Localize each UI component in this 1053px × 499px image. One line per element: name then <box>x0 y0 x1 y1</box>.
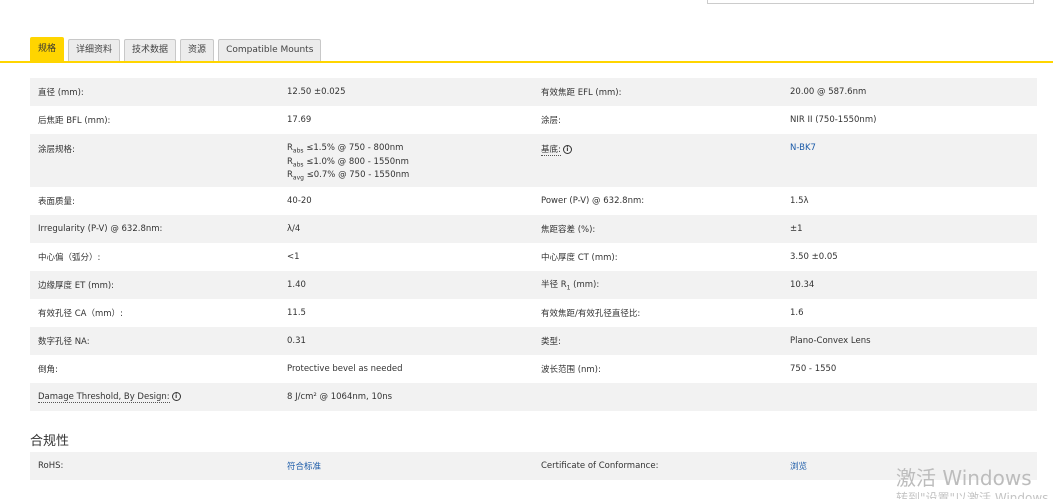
table-row: 边缘厚度 ET (mm): 1.40 半径 R1 (mm): 10.34 <box>30 271 1037 299</box>
certificate-link[interactable]: 浏览 <box>790 462 807 472</box>
coating-line: Rabs ≤1.5% @ 750 - 800nm <box>287 143 404 155</box>
coating-line: Rabs ≤1.0% @ 800 - 1550nm <box>287 156 409 169</box>
spec-value: Plano-Convex Lens <box>782 327 1037 355</box>
windows-activation-watermark: 激活 Windows <box>896 466 1032 490</box>
spec-value: 20.00 @ 587.6nm <box>782 78 1037 106</box>
spec-value: 1.40 <box>279 271 533 299</box>
spec-label: 后焦距 BFL (mm): <box>30 106 279 134</box>
spec-value: N-BK7 <box>782 134 1037 187</box>
windows-activation-hint: 转到"设置"以激活 Windows。 <box>896 491 1053 499</box>
rohs-label: RoHS: <box>30 452 279 480</box>
spec-label: 边缘厚度 ET (mm): <box>30 271 279 299</box>
substrate-link[interactable]: N-BK7 <box>790 143 816 153</box>
table-row: 数字孔径 NA: 0.31 类型: Plano-Convex Lens <box>30 327 1037 355</box>
table-row: 后焦距 BFL (mm): 17.69 涂层: NIR II (750-1550… <box>30 106 1037 134</box>
spec-value <box>782 383 1037 411</box>
table-row: RoHS: 符合标准 Certificate of Conformance: 浏… <box>30 452 1037 480</box>
tab-specifications[interactable]: 规格 <box>30 37 65 61</box>
spec-value: 3.50 ±0.05 <box>782 243 1037 271</box>
spec-label: 中心偏（弧分）: <box>30 243 279 271</box>
tab-details[interactable]: 详细资料 <box>68 39 121 61</box>
table-row: Irregularity (P-V) @ 632.8nm: λ/4 焦距容差 (… <box>30 215 1037 243</box>
spec-label: 半径 R1 (mm): <box>533 271 782 299</box>
spec-label: 有效焦距 EFL (mm): <box>533 78 782 106</box>
spec-label: 类型: <box>533 327 782 355</box>
spec-value: 0.31 <box>279 327 533 355</box>
rohs-value: 符合标准 <box>279 452 533 480</box>
spec-label: 波长范围 (nm): <box>533 355 782 383</box>
info-icon[interactable]: i <box>562 145 572 154</box>
spec-label: 倒角: <box>30 355 279 383</box>
spec-label: 数字孔径 NA: <box>30 327 279 355</box>
table-row: 表面质量: 40-20 Power (P-V) @ 632.8nm: 1.5λ <box>30 187 1037 215</box>
specs-table: 直径 (mm): 12.50 ±0.025 有效焦距 EFL (mm): 20.… <box>30 78 1037 411</box>
spec-label: Irregularity (P-V) @ 632.8nm: <box>30 215 279 243</box>
spec-label: Damage Threshold, By Design: i <box>30 383 279 411</box>
spec-label: 焦距容差 (%): <box>533 215 782 243</box>
spec-label: 涂层: <box>533 106 782 134</box>
info-icon[interactable]: i <box>171 392 181 401</box>
search-input[interactable] <box>707 0 1034 4</box>
spec-label: 有效焦距/有效孔径直径比: <box>533 299 782 327</box>
spec-value: 11.5 <box>279 299 533 327</box>
table-row: 直径 (mm): 12.50 ±0.025 有效焦距 EFL (mm): 20.… <box>30 78 1037 106</box>
spec-value: 750 - 1550 <box>782 355 1037 383</box>
spec-label <box>533 383 782 411</box>
coating-spec-values: Rabs ≤1.5% @ 750 - 800nm Rabs ≤1.0% @ 80… <box>279 134 533 187</box>
spec-value: 12.50 ±0.025 <box>279 78 533 106</box>
spec-value: λ/4 <box>279 215 533 243</box>
spec-label: 中心厚度 CT (mm): <box>533 243 782 271</box>
spec-value: 1.5λ <box>782 187 1037 215</box>
compliance-heading: 合规性 <box>30 434 70 449</box>
spec-value: <1 <box>279 243 533 271</box>
table-row: 倒角: Protective bevel as needed 波长范围 (nm)… <box>30 355 1037 383</box>
spec-value: 10.34 <box>782 271 1037 299</box>
table-row: 中心偏（弧分）: <1 中心厚度 CT (mm): 3.50 ±0.05 <box>30 243 1037 271</box>
tab-compatible-mounts[interactable]: Compatible Mounts <box>218 39 322 61</box>
substrate-label[interactable]: 基底: <box>541 145 561 156</box>
spec-label: Power (P-V) @ 632.8nm: <box>533 187 782 215</box>
tab-bar: 规格 详细资料 技术数据 资源 Compatible Mounts <box>30 37 322 61</box>
spec-value: Protective bevel as needed <box>279 355 533 383</box>
spec-value: NIR II (750-1550nm) <box>782 106 1037 134</box>
coating-line: Ravg ≤0.7% @ 750 - 1550nm <box>287 170 410 183</box>
table-row: 涂层规格: Rabs ≤1.5% @ 750 - 800nm Rabs ≤1.0… <box>30 134 1037 187</box>
tab-resources[interactable]: 资源 <box>180 39 215 61</box>
tab-technical-data[interactable]: 技术数据 <box>124 39 177 61</box>
spec-value: ±1 <box>782 215 1037 243</box>
spec-label: 有效孔径 CA（mm）: <box>30 299 279 327</box>
spec-value: 1.6 <box>782 299 1037 327</box>
rohs-link[interactable]: 符合标准 <box>287 462 321 472</box>
certificate-label: Certificate of Conformance: <box>533 452 782 480</box>
damage-threshold-label[interactable]: Damage Threshold, By Design: <box>38 392 170 403</box>
spec-value: 40-20 <box>279 187 533 215</box>
spec-label: 基底: i <box>533 134 782 187</box>
spec-label: 直径 (mm): <box>30 78 279 106</box>
tab-underline <box>0 61 1053 63</box>
spec-label: 涂层规格: <box>30 134 279 187</box>
spec-value: 17.69 <box>279 106 533 134</box>
table-row: Damage Threshold, By Design: i 8 J/cm² @ … <box>30 383 1037 411</box>
compliance-table: RoHS: 符合标准 Certificate of Conformance: 浏… <box>30 452 1037 480</box>
table-row: 有效孔径 CA（mm）: 11.5 有效焦距/有效孔径直径比: 1.6 <box>30 299 1037 327</box>
spec-value: 8 J/cm² @ 1064nm, 10ns <box>279 383 533 411</box>
spec-label: 表面质量: <box>30 187 279 215</box>
